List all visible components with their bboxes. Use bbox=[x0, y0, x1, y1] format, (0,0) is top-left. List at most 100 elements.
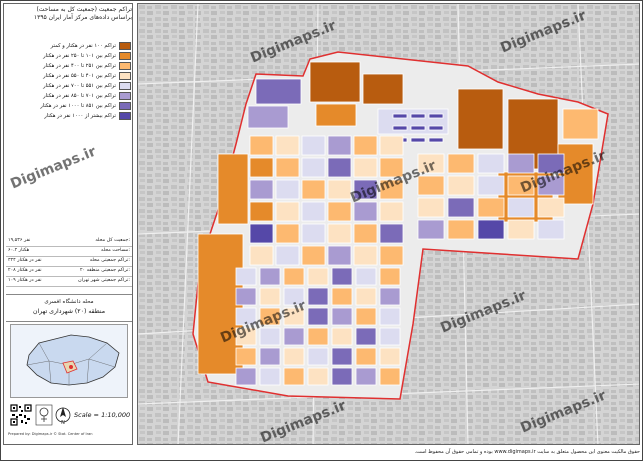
parcel bbox=[331, 307, 353, 326]
credit-text: Prepared by: Digimaps.ir © Stat. Center … bbox=[8, 432, 93, 436]
inset-map bbox=[10, 324, 128, 398]
legend-swatch bbox=[119, 92, 131, 100]
legend-label: تراکم بین ۲۵۱ تا ۴۰۰ نفر در هکتار bbox=[43, 63, 116, 69]
parcel bbox=[379, 327, 401, 346]
parcel bbox=[410, 137, 426, 143]
parcel bbox=[301, 201, 326, 222]
stat-row: تراکم جمعیتی منطقه ۲۰: ۲۰۸ نفر در هکتار bbox=[6, 267, 132, 277]
parcel bbox=[259, 287, 281, 306]
parcel bbox=[217, 153, 249, 225]
map-title: تراکم جمعیت (جمعیت کل به مساحت) براساس د… bbox=[6, 6, 132, 40]
parcel bbox=[457, 88, 504, 150]
parcel bbox=[507, 219, 535, 240]
legend-swatch bbox=[119, 42, 131, 50]
copyright-note: حقوق مالکیت معنوی این محصول متعلق به سای… bbox=[414, 449, 640, 455]
parcel bbox=[331, 287, 353, 306]
legend-item: تراکم ۱۰۰ نفر در هکتار و کمتر bbox=[6, 42, 132, 51]
parcel bbox=[353, 157, 378, 178]
parcel bbox=[447, 219, 475, 240]
parcel bbox=[275, 201, 300, 222]
parcel bbox=[327, 179, 352, 200]
parcel bbox=[331, 347, 353, 366]
parcel bbox=[379, 179, 404, 200]
parcel bbox=[283, 347, 305, 366]
parcel bbox=[275, 157, 300, 178]
parcel bbox=[235, 347, 257, 366]
parcel bbox=[327, 201, 352, 222]
legend-label: تراکم بین ۷۰۱ تا ۸۵۰ نفر در هکتار bbox=[43, 93, 116, 99]
legend-item: تراکم بین ۸۵۱ تا ۱۰۰۰ نفر در هکتار bbox=[6, 102, 132, 111]
stat-label: تراکم جمعیتی شهر تهران: bbox=[78, 278, 130, 283]
parcel bbox=[507, 197, 535, 218]
parcel bbox=[275, 223, 300, 244]
parcel bbox=[249, 245, 274, 266]
stat-label: جمعیت کل محله: bbox=[95, 238, 130, 243]
district-name: منطقه (۲۰) شهرداری تهران bbox=[32, 308, 106, 315]
parcel bbox=[355, 347, 377, 366]
map-title-line2: براساس داده‌های مرکز آمار ایران ۱۳۹۵ bbox=[33, 14, 132, 21]
parcel bbox=[417, 219, 445, 240]
parcel bbox=[353, 135, 378, 156]
parcel bbox=[283, 367, 305, 386]
parcel bbox=[331, 267, 353, 286]
parcel bbox=[562, 108, 599, 140]
svg-text:N: N bbox=[61, 420, 65, 426]
parcel bbox=[283, 327, 305, 346]
parcel bbox=[353, 223, 378, 244]
legend-swatch bbox=[119, 52, 131, 60]
map-svg bbox=[138, 4, 639, 444]
parcel bbox=[355, 267, 377, 286]
parcel bbox=[355, 367, 377, 386]
parcel bbox=[259, 307, 281, 326]
parcel bbox=[507, 153, 535, 174]
stat-label: مساحت محله: bbox=[101, 248, 130, 253]
parcel bbox=[301, 179, 326, 200]
legend-item: تراکم بیشتر از ۱۰۰۰ نفر در هکتار bbox=[6, 112, 132, 121]
stat-row: مساحت محله: ۶۰.۲ هکتار bbox=[6, 247, 132, 257]
scale-text: Scale = 1:10,000 bbox=[74, 411, 131, 419]
parcel bbox=[379, 267, 401, 286]
parcel bbox=[537, 153, 565, 174]
parcel bbox=[537, 219, 565, 240]
parcel bbox=[309, 61, 361, 103]
legend-label: تراکم بین ۱۰۱ تا ۲۵۰ نفر در هکتار bbox=[43, 53, 116, 59]
parcel bbox=[283, 287, 305, 306]
parcel bbox=[355, 307, 377, 326]
parcel bbox=[249, 223, 274, 244]
parcel bbox=[410, 125, 426, 131]
legend-item: تراکم بین ۲۵۱ تا ۴۰۰ نفر در هکتار bbox=[6, 62, 132, 71]
stat-value: ۱۰۹ نفر در هکتار bbox=[8, 278, 42, 283]
parcel bbox=[327, 245, 352, 266]
parcel bbox=[283, 307, 305, 326]
stat-value: ۶۰.۲ هکتار bbox=[8, 248, 30, 253]
parcel bbox=[249, 201, 274, 222]
parcel bbox=[379, 201, 404, 222]
neighborhood-name: محله دانشگاه افسری bbox=[44, 299, 94, 305]
parcel bbox=[331, 367, 353, 386]
legend-swatch bbox=[119, 102, 131, 110]
parcel bbox=[477, 175, 505, 196]
parcel bbox=[307, 327, 329, 346]
parcel bbox=[355, 327, 377, 346]
parcel bbox=[379, 307, 401, 326]
parcel bbox=[275, 135, 300, 156]
parcel bbox=[249, 179, 274, 200]
parcel bbox=[259, 267, 281, 286]
stat-label: تراکم جمعیتی محله: bbox=[89, 258, 130, 263]
legend-label: تراکم بین ۸۵۱ تا ۱۰۰۰ نفر در هکتار bbox=[40, 103, 116, 109]
parcel bbox=[259, 347, 281, 366]
legend-item: تراکم بین ۷۰۱ تا ۸۵۰ نفر در هکتار bbox=[6, 92, 132, 101]
parcel bbox=[507, 175, 535, 196]
parcel bbox=[355, 287, 377, 306]
parcel bbox=[428, 125, 444, 131]
parcel bbox=[417, 175, 445, 196]
stat-row: جمعیت کل محله: ۱۹,۵۳۶ نفر bbox=[6, 237, 132, 247]
map-area[interactable]: Digimaps.ir Digimaps.ir Digimaps.ir Digi… bbox=[137, 3, 640, 445]
parcel bbox=[307, 347, 329, 366]
parcel bbox=[353, 245, 378, 266]
area-name: محله دانشگاه افسری منطقه (۲۰) شهرداری ته… bbox=[6, 294, 132, 322]
legend-item: تراکم بین ۴۰۱ تا ۵۵۰ نفر در هکتار bbox=[6, 72, 132, 81]
north-arrow-icon: N bbox=[55, 407, 71, 426]
legend-swatch bbox=[119, 72, 131, 80]
parcel bbox=[301, 223, 326, 244]
